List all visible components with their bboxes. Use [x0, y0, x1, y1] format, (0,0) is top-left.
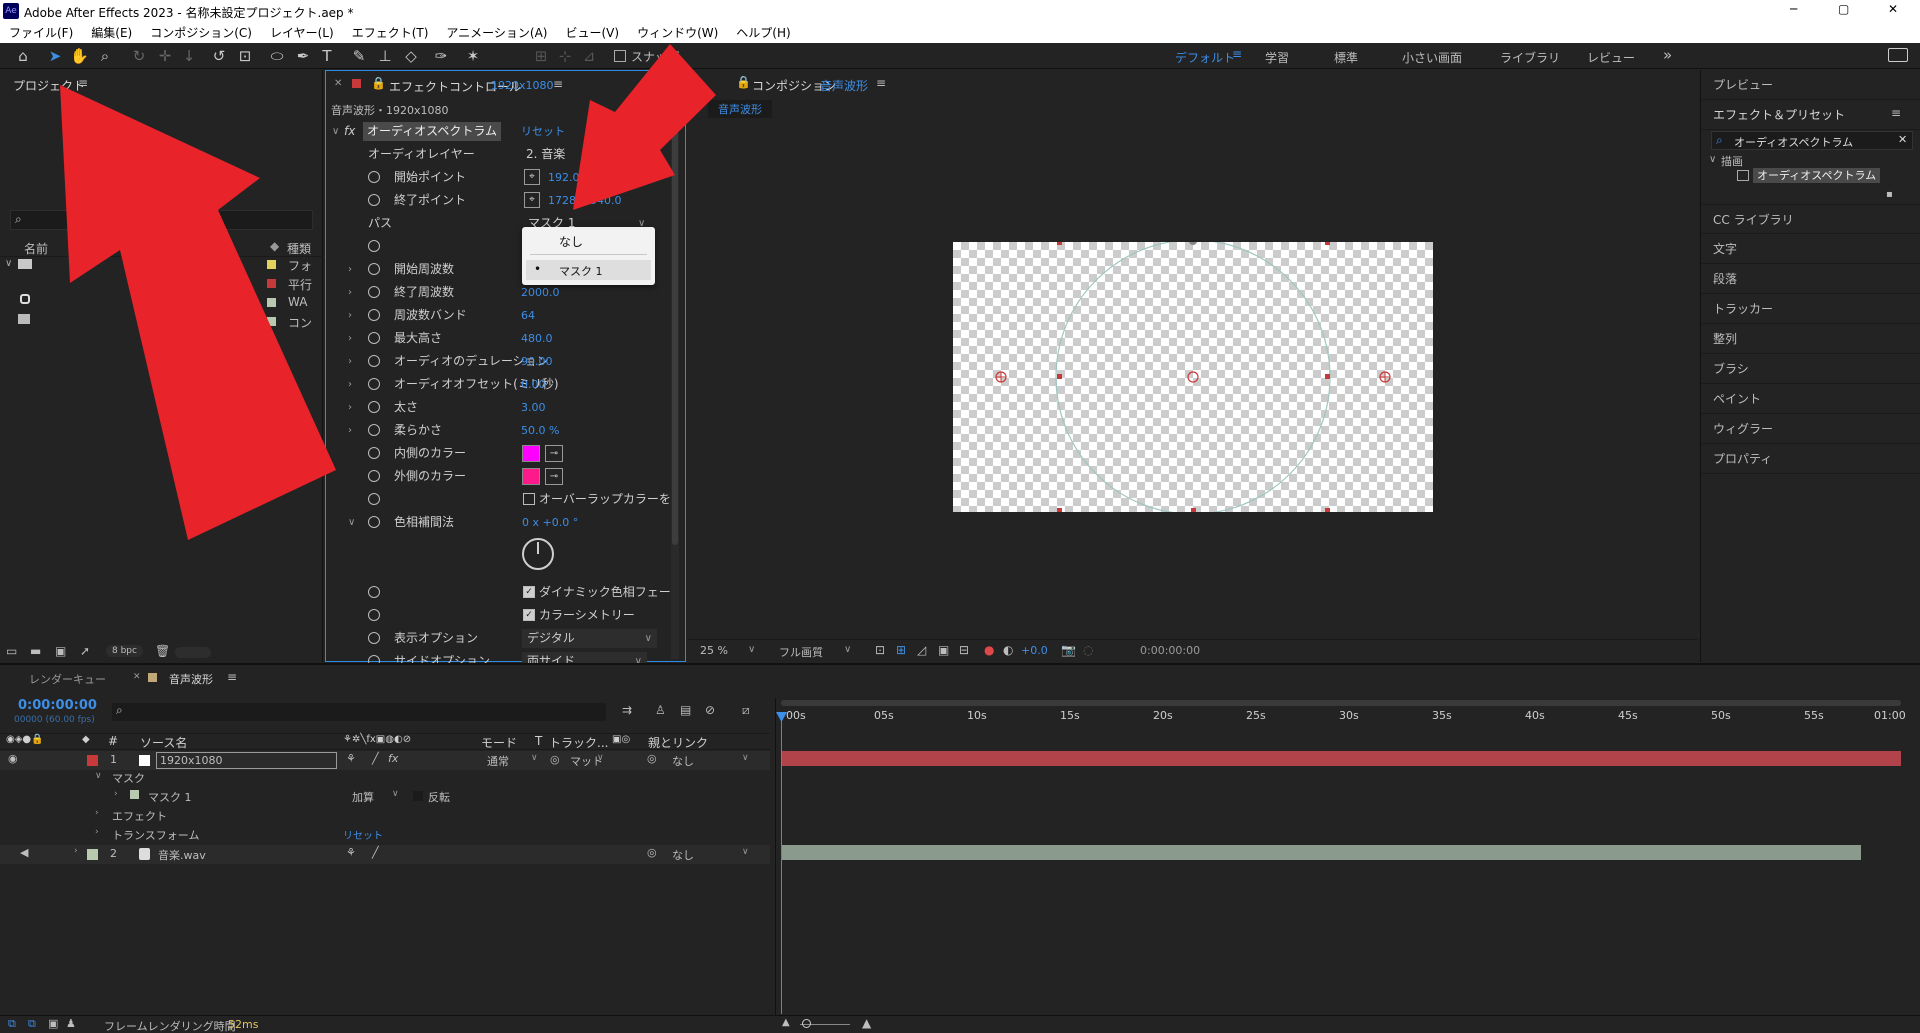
- annotation-layer: [60, 44, 716, 540]
- annotation-arrow-right: [573, 44, 716, 210]
- annotation-arrow-left: [60, 85, 336, 540]
